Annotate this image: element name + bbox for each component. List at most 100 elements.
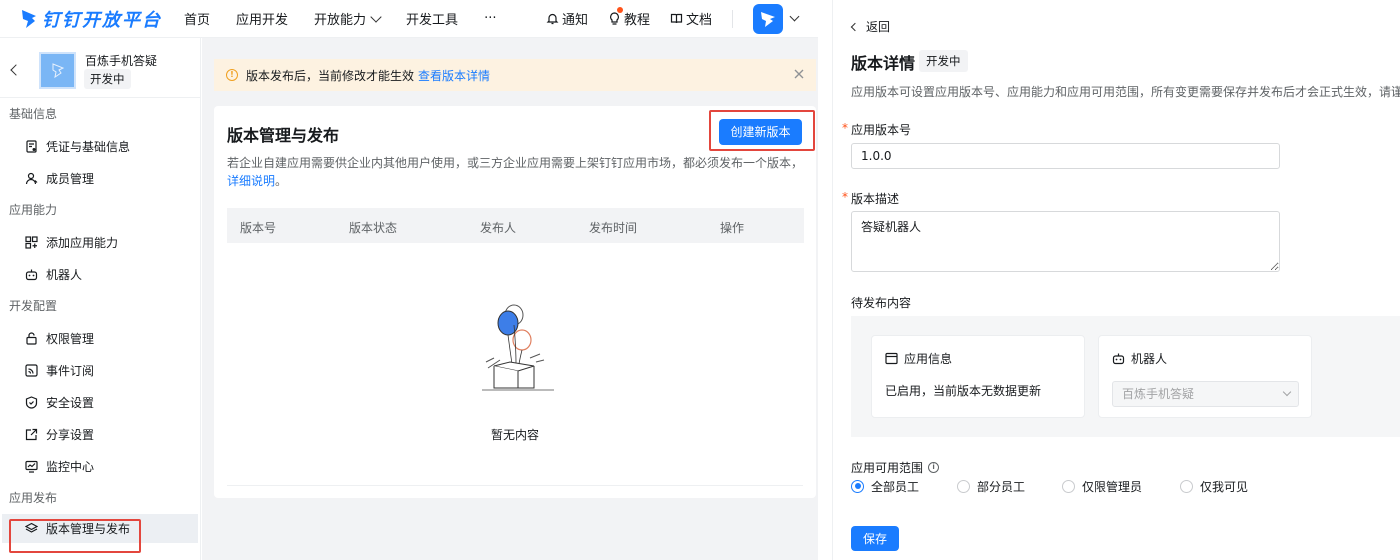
warning-icon: ! [226, 69, 238, 81]
sidebar-item-label: 事件订阅 [46, 363, 95, 378]
detail-title: 版本详情 [851, 54, 916, 73]
column-header: 发布时间 [589, 221, 638, 235]
back-label: 返回 [866, 20, 891, 34]
nav-app-dev[interactable]: 应用开发 [236, 9, 288, 28]
sidebar: 百炼手机答疑 开发中 基础信息 凭证与基础信息 成员管理 应用能力 添加应用能力… [0, 38, 201, 560]
sidebar-item-events[interactable]: 事件订阅 [0, 354, 200, 386]
sidebar-item-label: 机器人 [46, 267, 83, 282]
notify-label: 通知 [562, 13, 589, 28]
notice-text: 版本发布后，当前修改才能生效 [246, 68, 415, 83]
nav-home[interactable]: 首页 [184, 9, 210, 28]
scope-radio-self[interactable]: 仅我可见 [1180, 478, 1248, 495]
nav-more[interactable]: ··· [484, 11, 496, 26]
sidebar-item-permissions[interactable]: 权限管理 [0, 322, 200, 354]
brand-name: 钉钉开放平台 [42, 9, 162, 31]
version-number-label-text: 应用版本号 [851, 123, 912, 137]
sidebar-group-dev-config: 开发配置 [9, 299, 58, 313]
detail-explanation-link[interactable]: 详细说明 [227, 174, 275, 188]
rss-icon [25, 363, 38, 377]
radio-label: 全部员工 [871, 479, 920, 494]
sidebar-item-credentials[interactable]: 凭证与基础信息 [0, 130, 200, 162]
column-header: 版本号 [240, 221, 277, 235]
scope-radio-partial[interactable]: 部分员工 [957, 478, 1025, 495]
sidebar-item-share[interactable]: 分享设置 [0, 418, 200, 450]
member-icon [25, 172, 38, 184]
sidebar-item-label: 权限管理 [46, 331, 95, 346]
top-right-tools: 通知 教程 文档 [546, 0, 800, 38]
sidebar-item-label: 安全设置 [46, 395, 95, 410]
version-desc-label: * 版本描述 [842, 190, 900, 207]
shield-icon [25, 395, 38, 409]
version-desc-label-text: 版本描述 [851, 192, 900, 206]
sidebar-item-members[interactable]: 成员管理 [0, 162, 200, 194]
create-version-button[interactable]: 创建新版本 [719, 119, 802, 145]
layers-icon [25, 522, 38, 533]
grid-plus-icon [25, 235, 38, 249]
share-icon [25, 428, 38, 440]
notify-button[interactable]: 通知 [546, 9, 588, 28]
sidebar-item-security[interactable]: 安全设置 [0, 386, 200, 418]
sidebar-group-capability: 应用能力 [9, 203, 58, 217]
sidebar-item-version-management[interactable]: 版本管理与发布 [2, 514, 198, 543]
scope-radio-all[interactable]: 全部员工 [851, 478, 919, 495]
docs-button[interactable]: 文档 [670, 9, 712, 28]
sidebar-item-monitor[interactable]: 监控中心 [0, 450, 200, 482]
info-icon[interactable]: i [928, 462, 940, 473]
nav-open-capability[interactable]: 开放能力 [314, 9, 382, 28]
sidebar-item-label: 成员管理 [46, 171, 95, 186]
robot-card-title: 机器人 [1112, 350, 1167, 367]
pending-content-label: 待发布内容 [851, 296, 912, 310]
scope-label: 应用可用范围 i [851, 459, 940, 476]
back-button[interactable]: 返回 [850, 18, 891, 35]
app-name: 百炼手机答疑 [85, 54, 158, 68]
description-end: 。 [275, 174, 288, 188]
sidebar-item-label: 版本管理与发布 [46, 522, 131, 536]
chevron-left-icon [850, 22, 860, 31]
tutorial-new-dot [617, 7, 624, 13]
sidebar-item-label: 凭证与基础信息 [46, 139, 131, 154]
chevron-down-icon[interactable] [789, 11, 800, 22]
back-chevron-icon[interactable] [10, 64, 22, 76]
sidebar-group-publish: 应用发布 [9, 491, 58, 505]
chevron-down-icon [370, 10, 382, 23]
sidebar-item-add-capability[interactable]: 添加应用能力 [0, 226, 200, 258]
column-header: 版本状态 [349, 221, 398, 235]
app-switcher-avatar[interactable] [753, 3, 784, 34]
dingtalk-logo-icon [22, 9, 36, 28]
docs-label: 文档 [686, 13, 713, 28]
save-button[interactable]: 保存 [851, 526, 899, 551]
view-version-detail-link[interactable]: 查看版本详情 [418, 67, 490, 84]
version-number-input[interactable] [851, 143, 1280, 169]
scope-label-text: 应用可用范围 [851, 461, 924, 475]
description-text: 若企业自建应用需要供企业内其他用户使用，或三方企业应用需要上架钉钉应用市场，都必… [227, 156, 804, 170]
browser-window-icon [885, 352, 898, 365]
brand[interactable]: 钉钉开放平台 [0, 6, 184, 32]
radio-circle [957, 479, 970, 493]
top-header: 钉钉开放平台 首页 应用开发 开放能力 开发工具 ··· 通知 教程 文档 [0, 0, 818, 38]
sidebar-item-robot[interactable]: 机器人 [0, 258, 200, 290]
close-icon[interactable] [792, 67, 806, 81]
version-detail-panel: 返回 版本详情 开发中 应用版本可设置应用版本号、应用能力和应用可用范围，所有变… [832, 0, 1400, 560]
required-marker: * [842, 190, 848, 204]
robot-select[interactable]: 百炼手机答疑 [1112, 381, 1299, 407]
book-icon [670, 13, 683, 24]
column-header: 发布人 [480, 221, 517, 235]
bell-icon [546, 13, 559, 25]
app-header: 百炼手机答疑 开发中 [0, 38, 200, 98]
tutorial-button[interactable]: 教程 [608, 7, 651, 28]
credential-icon [26, 139, 37, 153]
lightbulb-icon [610, 12, 619, 25]
radio-circle [1062, 479, 1075, 493]
header-divider [732, 9, 734, 28]
version-desc-textarea[interactable]: 答疑机器人 [851, 211, 1280, 272]
nav-dev-tools[interactable]: 开发工具 [406, 9, 458, 28]
scope-radio-admin[interactable]: 仅限管理员 [1062, 478, 1142, 495]
sidebar-item-label: 监控中心 [46, 459, 95, 474]
radio-label: 仅限管理员 [1082, 479, 1143, 494]
robot-icon [1112, 353, 1125, 365]
page-title: 版本管理与发布 [227, 126, 340, 145]
detail-description: 应用版本可设置应用版本号、应用能力和应用可用范围，所有变更需要保存并发布后才会正… [851, 85, 1400, 99]
tutorial-label: 教程 [624, 13, 651, 28]
radio-circle [1180, 479, 1193, 493]
version-table-header: 版本号 版本状态 发布人 发布时间 操作 [227, 208, 804, 243]
